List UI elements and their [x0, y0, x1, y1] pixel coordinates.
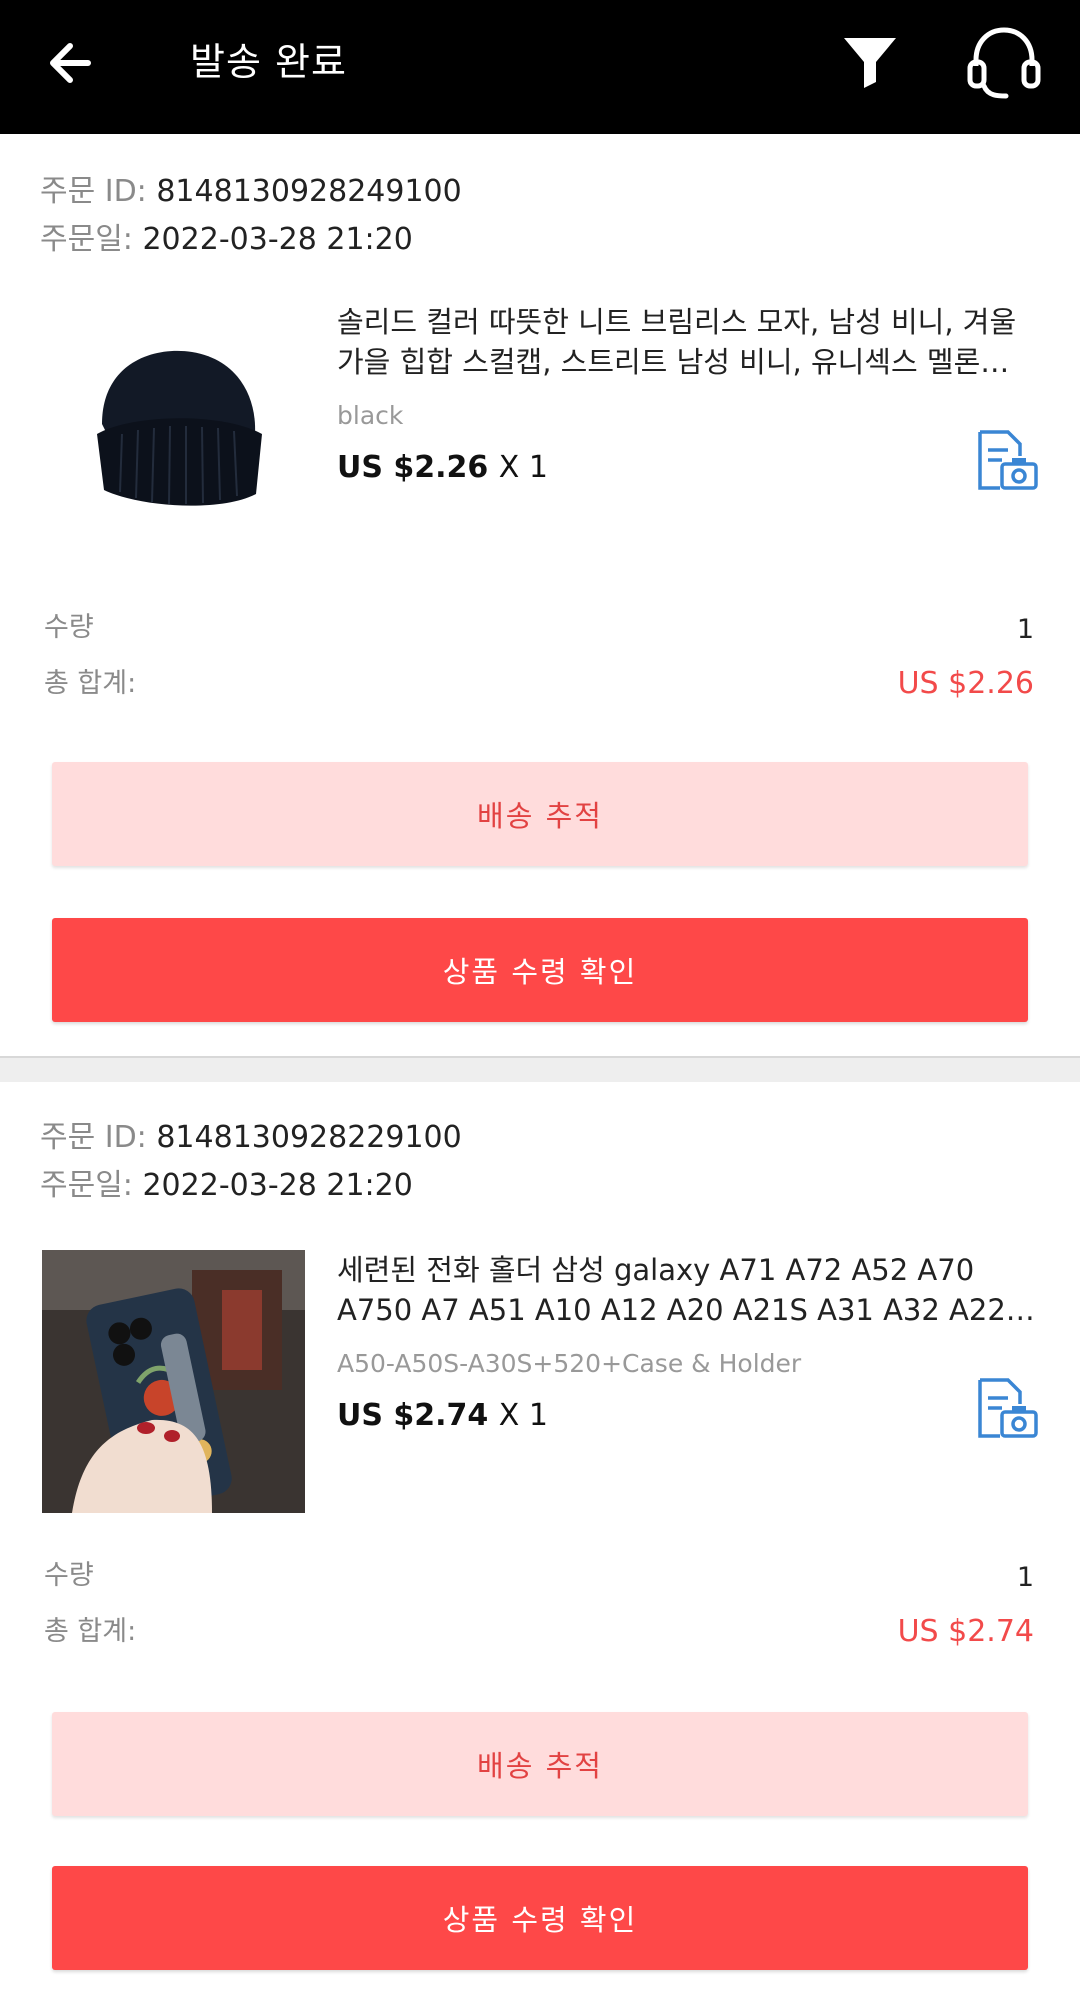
total-label: 총 합계:	[44, 1616, 137, 1647]
order-card: 주문 ID: 8148130928249100 주문일: 2022-03-28 …	[0, 134, 1080, 1054]
total-label: 총 합계:	[44, 668, 137, 699]
order-id-label: 주문 ID:	[40, 174, 147, 209]
section-divider	[0, 1056, 1080, 1082]
confirm-receipt-button[interactable]: 상품 수령 확인	[52, 1866, 1028, 1970]
track-shipment-button[interactable]: 배송 추적	[52, 1712, 1028, 1816]
confirm-receipt-button[interactable]: 상품 수령 확인	[52, 918, 1028, 1022]
price-value: US $2.26	[337, 450, 489, 485]
product-image[interactable]	[42, 1250, 305, 1513]
phone-case-image	[42, 1250, 305, 1513]
order-date-value: 2022-03-28 21:20	[142, 1168, 413, 1203]
app-bar: 발송 완료	[0, 0, 1080, 134]
quantity-label: 수량	[44, 1560, 94, 1591]
product-variant: A50-A50S-A30S+520+Case & Holder	[337, 1349, 802, 1378]
review-photo-icon[interactable]	[972, 426, 1040, 494]
order-card: 주문 ID: 8148130928229100 주문일: 2022-03-28 …	[0, 1082, 1080, 1998]
total-value: US $2.74	[897, 1614, 1034, 1649]
quantity-value: 1	[1016, 1562, 1034, 1593]
order-date: 주문일: 2022-03-28 21:20	[40, 218, 413, 262]
price-value: US $2.74	[337, 1398, 489, 1433]
order-date: 주문일: 2022-03-28 21:20	[40, 1164, 413, 1208]
order-id: 주문 ID: 8148130928229100	[40, 1116, 462, 1160]
quantity-multiplier: X 1	[498, 1398, 548, 1433]
filter-icon[interactable]	[838, 30, 902, 94]
quantity-multiplier: X 1	[498, 450, 548, 485]
order-date-label: 주문일:	[40, 222, 133, 257]
total-value: US $2.26	[897, 666, 1034, 701]
product-name[interactable]: 세련된 전화 홀더 삼성 galaxy A71 A72 A52 A70 A750…	[337, 1250, 1037, 1330]
track-shipment-button[interactable]: 배송 추적	[52, 762, 1028, 866]
order-date-value: 2022-03-28 21:20	[142, 222, 413, 257]
order-id-value: 8148130928229100	[156, 1120, 462, 1155]
page-title: 발송 완료	[190, 40, 347, 84]
order-id-value: 8148130928249100	[156, 174, 462, 209]
quantity-label: 수량	[44, 612, 94, 643]
beanie-image	[97, 350, 262, 506]
product-image[interactable]	[42, 294, 305, 557]
product-price: US $2.26 X 1	[337, 446, 548, 490]
arrow-left-icon[interactable]	[40, 30, 106, 96]
order-id: 주문 ID: 8148130928249100	[40, 170, 462, 214]
product-name[interactable]: 솔리드 컬러 따뜻한 니트 브림리스 모자, 남성 비니, 겨울 가을 힙합 스…	[337, 302, 1037, 382]
review-photo-icon[interactable]	[972, 1374, 1040, 1442]
headset-icon[interactable]	[962, 22, 1046, 102]
product-price: US $2.74 X 1	[337, 1394, 548, 1438]
quantity-value: 1	[1016, 614, 1034, 645]
order-date-label: 주문일:	[40, 1168, 133, 1203]
product-variant: black	[337, 401, 404, 430]
order-id-label: 주문 ID:	[40, 1120, 147, 1155]
